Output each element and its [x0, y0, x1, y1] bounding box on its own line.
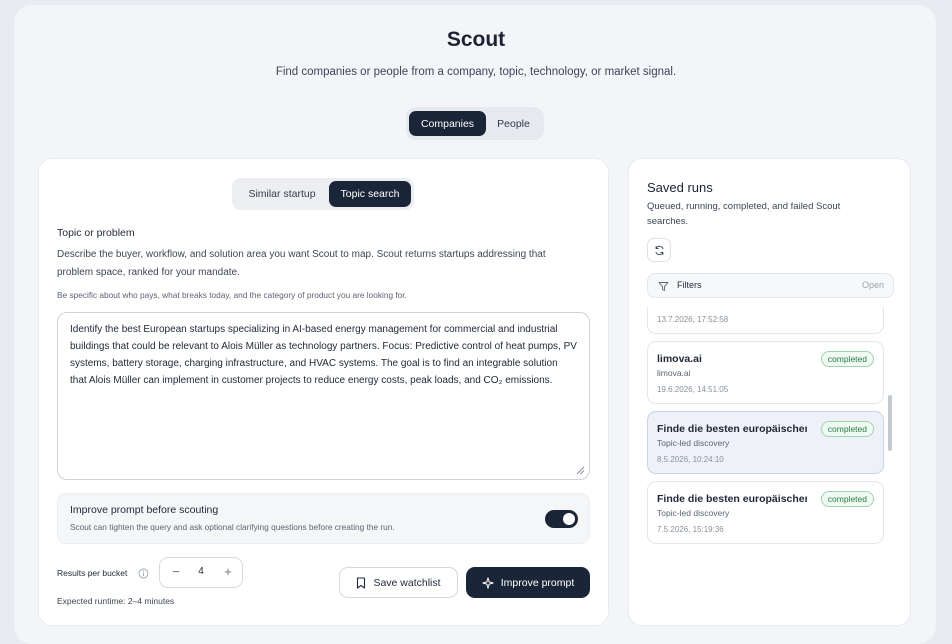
saved-runs-panel: Saved runs Queued, running, completed, a… [628, 158, 911, 626]
mode-switcher: Companies People [406, 107, 544, 140]
run-card[interactable]: Finde die besten europäischen ... Topic-… [647, 481, 884, 544]
saved-runs-subtitle: Queued, running, completed, and failed S… [647, 201, 841, 227]
run-card-partial[interactable]: 13.7.2026, 17:52:58 [647, 307, 884, 334]
run-date: 8.5.2026, 10:24:10 [657, 455, 724, 464]
tab-people[interactable]: People [486, 111, 541, 136]
results-value[interactable]: 4 [190, 566, 212, 577]
sparkle-icon [482, 576, 494, 589]
runtime-text: Expected runtime: 2–4 minutes [57, 596, 175, 606]
run-subtitle: limova.ai [657, 368, 691, 378]
filter-icon [658, 282, 669, 291]
decrement-button[interactable]: − [168, 564, 184, 580]
tab-similar-startup[interactable]: Similar startup [235, 181, 329, 207]
improve-prompt-label: Improve prompt [500, 576, 575, 589]
tab-topic-search[interactable]: Topic search [329, 181, 411, 207]
run-title: Finde die besten europäischen ... [657, 493, 807, 505]
increment-button[interactable]: + [220, 564, 236, 580]
run-subtitle: Topic-led discovery [657, 508, 730, 518]
run-title: limova.ai [657, 353, 702, 365]
improve-prompt-button[interactable]: Improve prompt [466, 567, 590, 598]
page-title: Scout [446, 28, 506, 51]
status-badge: completed [820, 351, 874, 367]
switch-knob [563, 513, 575, 525]
improve-title: Improve prompt before scouting [70, 504, 219, 516]
results-label: Results per bucket [57, 568, 128, 578]
refresh-icon [654, 245, 664, 255]
topic-hint: Be specific about who pays, what breaks … [57, 290, 407, 300]
improve-prompt-switch[interactable] [545, 510, 578, 528]
run-subtitle: Topic-led discovery [657, 438, 730, 448]
search-type-switcher: Similar startup Topic search [232, 178, 414, 210]
page-subtitle: Find companies or people from a company,… [275, 66, 677, 78]
run-card-selected[interactable]: Finde die besten europäischen ... Topic-… [647, 411, 884, 474]
prompt-text: Identify the best European startups spec… [70, 324, 577, 386]
filters-bar[interactable]: Filters Open [647, 273, 894, 298]
run-date: 7.5.2026, 15:19:36 [657, 525, 724, 534]
info-icon[interactable] [138, 568, 149, 579]
save-watchlist-label: Save watchlist [373, 576, 441, 589]
status-badge: completed [820, 421, 874, 437]
run-date: 13.7.2026, 17:52:58 [657, 315, 729, 324]
run-card[interactable]: limova.ai limova.ai 19.6.2026, 14:51:05 … [647, 341, 884, 404]
status-badge: completed [820, 491, 874, 507]
results-stepper: − 4 + [159, 557, 243, 588]
topic-label: Topic or problem [57, 227, 135, 239]
resize-grip-icon[interactable] [576, 466, 585, 475]
saved-runs-title: Saved runs [647, 180, 713, 195]
run-date: 19.6.2026, 14:51:05 [657, 385, 729, 394]
improve-prompt-toggle-row: Improve prompt before scouting Scout can… [57, 493, 590, 544]
refresh-button[interactable] [647, 238, 671, 262]
runs-scrollbar-thumb[interactable] [888, 395, 892, 451]
filters-open[interactable]: Open [862, 280, 884, 290]
filters-label: Filters [677, 280, 702, 290]
save-watchlist-button[interactable]: Save watchlist [339, 567, 458, 598]
runs-list: 13.7.2026, 17:52:58 limova.ai limova.ai … [629, 307, 912, 557]
search-card: Similar startup Topic search Topic or pr… [38, 158, 609, 626]
tab-companies[interactable]: Companies [409, 111, 486, 136]
run-title: Finde die besten europäischen ... [657, 423, 807, 435]
improve-desc: Scout can tighten the query and ask opti… [70, 522, 395, 532]
bookmark-icon [357, 576, 366, 589]
topic-prompt-textarea[interactable]: Identify the best European startups spec… [57, 312, 590, 480]
topic-description: Describe the buyer, workflow, and soluti… [57, 249, 546, 278]
